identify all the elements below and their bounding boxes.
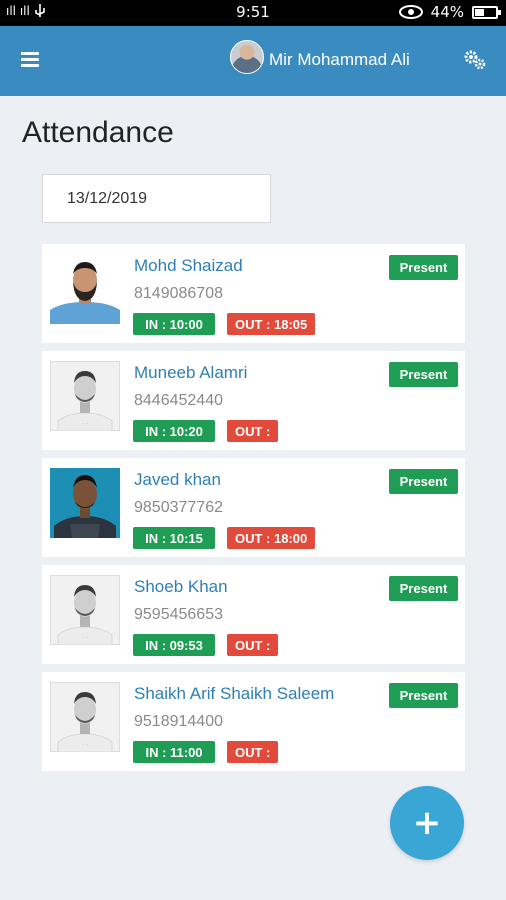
svg-text:· · ·: · · · [82,742,88,747]
check-in-time-badge: IN : 10:20 [133,420,215,442]
employee-photo [50,468,120,538]
employee-phone: 8149086708 [134,285,223,302]
status-badge: Present [389,683,458,708]
hamburger-menu-icon[interactable] [21,52,39,68]
avatar[interactable] [230,40,264,74]
employee-photo [50,254,120,324]
check-in-time-badge: IN : 11:00 [133,741,215,763]
svg-text:· · ·: · · · [82,635,88,640]
employee-photo: · · · [50,575,120,645]
check-in-time-badge: IN : 10:15 [133,527,215,549]
check-in-time-badge: IN : 10:00 [133,313,215,335]
employee-card[interactable]: Mohd Shaizad 8149086708 Present IN : 10:00 O… [42,244,465,343]
check-out-time-badge: OUT : 18:00 [227,527,316,549]
eye-icon [398,5,423,19]
app-bar: Mir Mohammad Ali [0,26,506,96]
battery-percent: 44% [430,3,464,21]
check-out-time-badge: OUT : [227,741,279,763]
date-field[interactable]: 13/12/2019 [42,174,271,223]
user-name[interactable]: Mir Mohammad Ali [269,50,410,70]
svg-text:· · ·: · · · [82,421,88,426]
check-out-time-badge: OUT : 18:05 [227,313,316,335]
employee-card[interactable]: Javed khan 9850377762 Present IN : 10:15 OUT… [42,458,465,557]
employee-name[interactable]: Mohd Shaizad [134,256,243,276]
employee-name[interactable]: Shaikh Arif Shaikh Saleem [134,684,334,704]
employee-name[interactable]: Javed khan [134,470,221,490]
status-badge: Present [389,576,458,601]
employee-card[interactable]: · · · Shoeb Khan 9595456653 Present IN : 09:… [42,565,465,664]
status-badge: Present [389,469,458,494]
status-badge: Present [389,362,458,387]
employee-photo: · · · [50,682,120,752]
employee-phone: 9518914400 [134,713,223,730]
employee-phone: 8446452440 [134,392,223,409]
add-attendance-button[interactable]: + [390,786,464,860]
battery-fill [475,8,484,16]
check-in-time-badge: IN : 09:53 [133,634,215,656]
employee-phone: 9595456653 [134,606,223,623]
check-out-time-badge: OUT : [227,634,279,656]
employee-card[interactable]: · · · Shaikh Arif Shaikh Saleem 9518914400… [42,672,465,771]
gears-icon[interactable] [463,49,487,71]
status-bar: ıll ıll 9:51 44% [0,0,506,26]
employee-phone: 9850377762 [134,499,223,516]
employee-card[interactable]: · · · Muneeb Alamri 8446452440 Present IN : … [42,351,465,450]
check-out-time-badge: OUT : [227,420,279,442]
page-title: Attendance [22,116,174,149]
employee-photo: · · · [50,361,120,431]
battery-icon [472,5,501,19]
employee-name[interactable]: Muneeb Alamri [134,363,247,383]
status-badge: Present [389,255,458,280]
employee-name[interactable]: Shoeb Khan [134,577,228,597]
